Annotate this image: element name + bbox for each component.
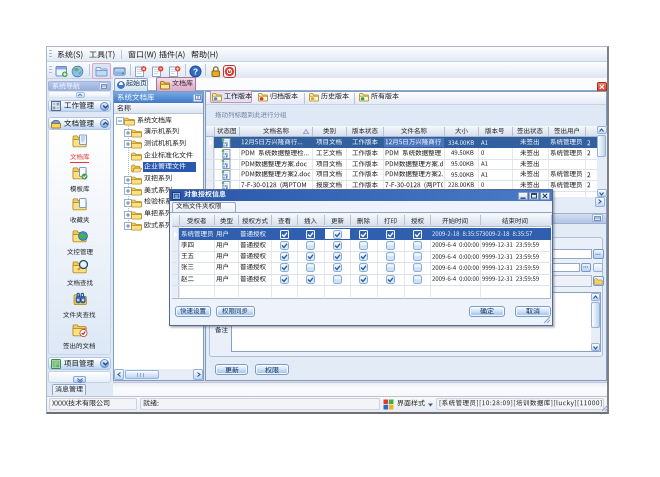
svg-text:?: ?: [193, 66, 198, 76]
svg-text:S: S: [175, 193, 178, 198]
